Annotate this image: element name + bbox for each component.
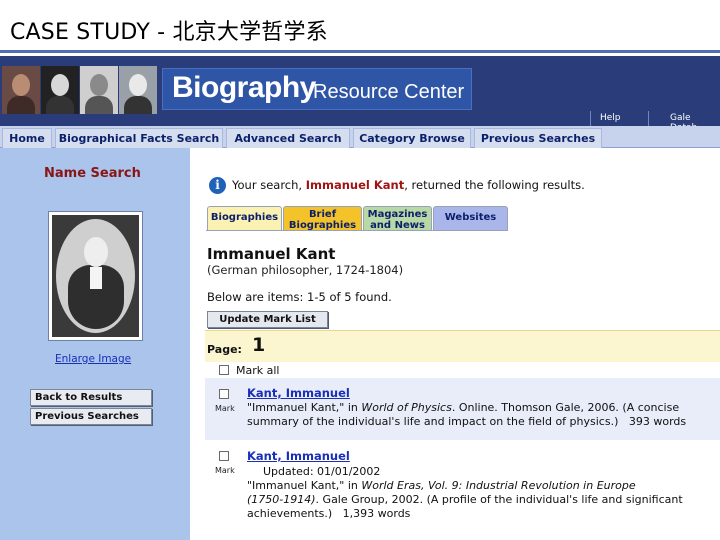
person-description: (German philosopher, 1724-1804) — [207, 263, 404, 277]
tab-brief-biographies[interactable]: Brief Biographies — [283, 206, 362, 231]
nav-tab-previous-searches[interactable]: Previous Searches — [474, 128, 602, 148]
result-checkbox[interactable] — [219, 451, 229, 461]
tab-label: Brief — [308, 209, 337, 220]
result-suffix: , returned the following results. — [404, 178, 585, 192]
tab-biographies[interactable]: Biographies — [207, 206, 282, 231]
page-number[interactable]: 1 — [252, 334, 265, 356]
word-count: 1,393 words — [342, 507, 411, 520]
util-divider — [590, 111, 591, 126]
tab-magazines-and-news[interactable]: Magazines and News — [363, 206, 432, 231]
person-name: Immanuel Kant — [207, 245, 336, 263]
search-result-message: Your search, Immanuel Kant, returned the… — [232, 178, 585, 192]
title-divider — [0, 50, 720, 53]
brand-logo[interactable]: Biography Resource Center — [162, 68, 472, 110]
portrait-image — [80, 66, 118, 114]
back-to-results-button[interactable]: Back to Results — [30, 389, 152, 406]
tab-label: Websites — [444, 212, 497, 223]
tab-websites[interactable]: Websites — [433, 206, 508, 231]
tab-label: Magazines — [367, 209, 428, 220]
tab-label: Biographies — [210, 212, 279, 223]
result-updated-date: Updated: 01/01/2002 — [263, 465, 381, 478]
result-summary: summary of the individual's life and imp… — [247, 415, 687, 428]
result-citation: "Immanuel Kant," in World of Physics. On… — [247, 401, 680, 414]
nav-tab-home[interactable]: Home — [2, 128, 52, 148]
nav-tab-category-browse[interactable]: Category Browse — [353, 128, 471, 148]
sidebar — [0, 148, 190, 540]
update-mark-list-button[interactable]: Update Mark List — [207, 311, 328, 328]
util-divider — [648, 111, 649, 126]
result-citation: "Immanuel Kant," in World Eras, Vol. 9: … — [247, 479, 636, 492]
brand-logo-main: Biography — [172, 71, 316, 104]
nav-tab-advanced-search[interactable]: Advanced Search — [226, 128, 350, 148]
result-title-link[interactable]: Kant, Immanuel — [247, 449, 350, 463]
result-summary: (1750-1914). Gale Group, 2002. (A profil… — [247, 493, 683, 506]
result-prefix: Your search, — [232, 178, 303, 192]
info-icon: i — [209, 177, 226, 194]
page-label: Page: — [207, 343, 242, 356]
mark-label: Mark — [215, 404, 235, 413]
portrait-photo[interactable] — [48, 211, 143, 341]
sidebar-heading: Name Search — [44, 166, 141, 181]
pagination-bar — [205, 330, 720, 362]
slide-title: CASE STUDY - 北京大学哲学系 — [10, 20, 328, 45]
items-found-count: Below are items: 1-5 of 5 found. — [207, 290, 392, 304]
result-query: Immanuel Kant — [305, 178, 405, 192]
mark-all-checkbox[interactable] — [219, 365, 229, 375]
result-summary-end: achievements.) 1,393 words — [247, 507, 411, 520]
help-link[interactable]: Help — [600, 113, 621, 123]
enlarge-image-link[interactable]: Enlarge Image — [55, 353, 131, 365]
previous-searches-button[interactable]: Previous Searches — [30, 408, 152, 425]
nav-tab-biographical-facts-search[interactable]: Biographical Facts Search — [55, 128, 223, 148]
mark-all-label: Mark all — [236, 364, 280, 377]
word-count: 393 words — [628, 415, 687, 428]
browser-screenshot: Biography Resource Center Help Gale Data… — [0, 56, 720, 540]
result-title-link[interactable]: Kant, Immanuel — [247, 386, 350, 400]
mark-label: Mark — [215, 466, 235, 475]
portrait-image — [41, 66, 79, 114]
banner-portraits — [2, 66, 158, 114]
result-checkbox[interactable] — [219, 389, 229, 399]
portrait-image — [2, 66, 40, 114]
tab-underline — [206, 230, 508, 231]
portrait-image — [119, 66, 157, 114]
brand-logo-sub: Resource Center — [313, 81, 465, 103]
